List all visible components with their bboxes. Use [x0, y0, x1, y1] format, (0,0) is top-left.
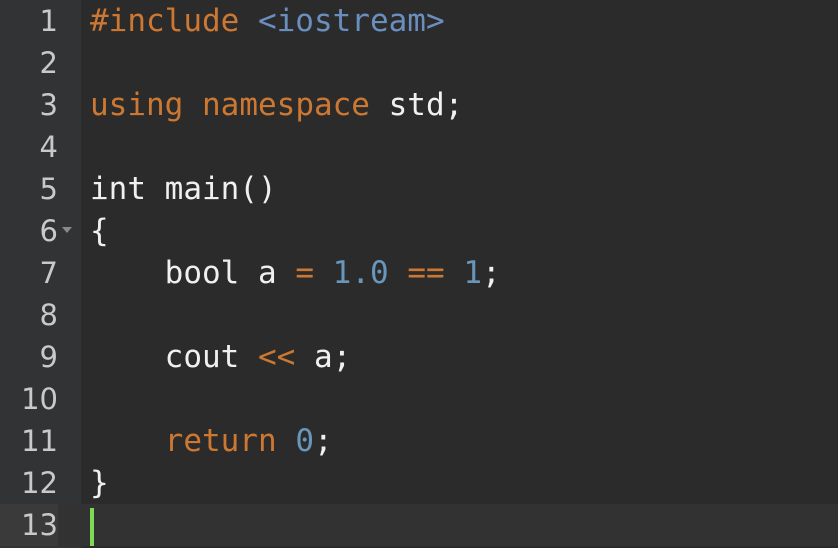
- code-text: {: [90, 210, 109, 252]
- code-token: a;: [295, 339, 352, 375]
- line-number: 3: [39, 88, 58, 122]
- line-number: 7: [39, 256, 58, 290]
- line-number: 1: [39, 4, 58, 38]
- line-number: 11: [21, 424, 58, 458]
- line-number: 2: [39, 46, 58, 80]
- code-token: int main(): [90, 171, 277, 207]
- line-number: 8: [39, 298, 58, 332]
- code-token: <iostream>: [257, 3, 445, 39]
- code-line[interactable]: 4: [0, 126, 838, 168]
- code-token: bool a: [90, 255, 296, 291]
- fold-arrow-icon[interactable]: [62, 227, 72, 233]
- code-line[interactable]: 10: [0, 378, 838, 420]
- code-text: int main(): [90, 168, 277, 210]
- code-text: }: [90, 462, 109, 504]
- code-token: namespace: [202, 87, 370, 123]
- line-number: 12: [21, 466, 58, 500]
- line-number: 9: [39, 340, 58, 374]
- line-number: 13: [0, 504, 58, 546]
- code-line[interactable]: 8: [0, 294, 838, 336]
- text-cursor: [90, 508, 94, 546]
- code-line[interactable]: 2: [0, 42, 838, 84]
- code-line[interactable]: 5 int main(): [0, 168, 838, 210]
- code-token: ;: [313, 423, 333, 459]
- code-line[interactable]: 9 cout << a;: [0, 336, 838, 378]
- line-number: 6: [39, 214, 58, 248]
- code-token: using: [90, 87, 184, 123]
- code-line[interactable]: 13: [0, 504, 838, 546]
- code-token: 1: [463, 255, 482, 291]
- code-token: 0: [295, 423, 314, 459]
- code-token: 1.0: [332, 255, 389, 291]
- code-token: ;: [482, 255, 501, 291]
- code-token: }: [90, 465, 109, 501]
- code-token: ==: [407, 255, 445, 291]
- code-text: cout << a;: [90, 336, 352, 378]
- line-number: 10: [21, 382, 58, 416]
- code-text: bool a = 1.0 == 1;: [90, 252, 501, 294]
- line-number: 5: [39, 172, 58, 206]
- code-line[interactable]: 7 bool a = 1.0 == 1;: [0, 252, 838, 294]
- code-text: using namespace std;: [90, 84, 463, 126]
- code-line[interactable]: 3 using namespace std;: [0, 84, 838, 126]
- code-text: return 0;: [90, 420, 333, 462]
- code-token: cout: [90, 339, 258, 375]
- code-token: std;: [369, 87, 464, 123]
- code-line[interactable]: 6{: [0, 210, 838, 252]
- code-token: =: [295, 255, 314, 291]
- code-editor[interactable]: 1 #include <iostream> 2 3 using namespace st…: [0, 0, 838, 548]
- code-token: return: [164, 423, 277, 459]
- code-token: #include: [90, 3, 240, 39]
- code-line[interactable]: 1 #include <iostream>: [0, 0, 838, 42]
- code-line[interactable]: 12}: [0, 462, 838, 504]
- code-token: <<: [257, 339, 296, 375]
- code-token: {: [90, 213, 109, 249]
- code-line[interactable]: 11 return 0;: [0, 420, 838, 462]
- line-number: 4: [39, 130, 58, 164]
- code-text: #include <iostream>: [90, 0, 445, 42]
